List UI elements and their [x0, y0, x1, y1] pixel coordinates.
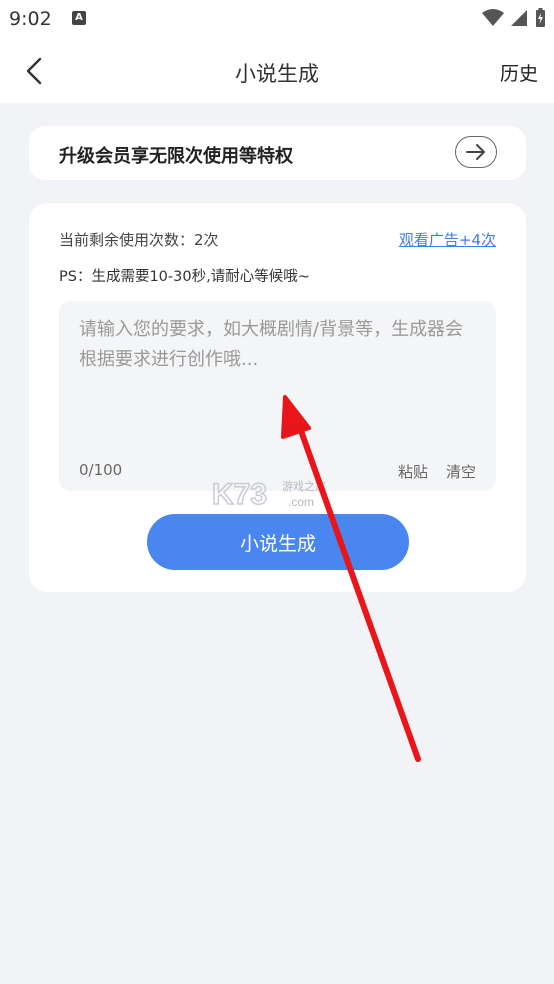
vip-upgrade-text: 升级会员享无限次使用等特权	[59, 146, 293, 167]
generate-novel-button[interactable]: 小说生成	[147, 514, 409, 570]
battery-icon	[536, 8, 545, 27]
status-time: 9:02	[9, 8, 52, 30]
page-title: 小说生成	[235, 62, 319, 86]
history-button[interactable]: 历史	[500, 59, 538, 86]
remaining-uses-text: 当前剩余使用次数：2次	[59, 231, 219, 249]
vip-arrow-button[interactable]	[455, 136, 497, 168]
wifi-icon	[482, 9, 504, 26]
paste-button[interactable]: 粘贴	[398, 461, 428, 482]
char-counter: 0/100	[79, 461, 123, 479]
watch-ad-link[interactable]: 观看广告+4次	[399, 229, 496, 250]
requirement-input[interactable]	[79, 315, 479, 425]
generator-card: 当前剩余使用次数：2次 观看广告+4次 PS：生成需要10-30秒,请耐心等候哦…	[29, 203, 526, 592]
nav-bar: 小说生成 历史	[0, 40, 554, 103]
status-icons	[482, 8, 546, 28]
vip-upgrade-banner[interactable]: 升级会员享无限次使用等特权	[29, 126, 526, 180]
arrow-right-icon	[466, 144, 485, 160]
notification-icon: A	[72, 11, 86, 25]
status-bar: 9:02 A	[0, 0, 554, 40]
ps-note: PS：生成需要10-30秒,请耐心等候哦~	[59, 269, 310, 285]
cell-signal-icon	[511, 10, 527, 26]
requirement-input-box: 0/100 粘贴 清空	[59, 301, 496, 491]
clear-button[interactable]: 清空	[446, 461, 476, 482]
